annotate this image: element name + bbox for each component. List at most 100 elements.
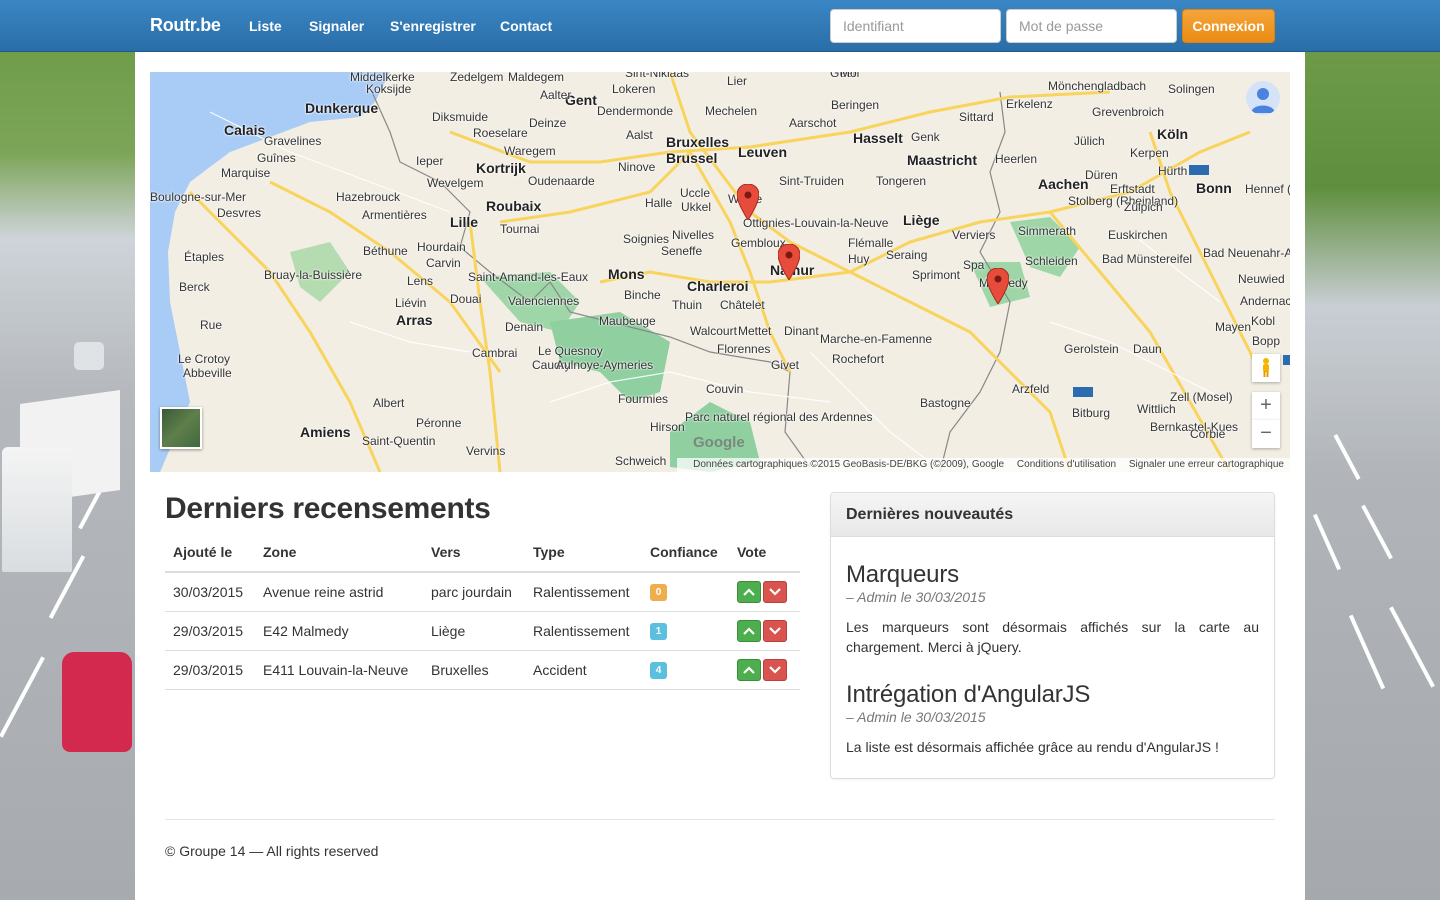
map-place-label: Tournai	[500, 222, 540, 236]
column-header[interactable]: Zone	[255, 532, 423, 573]
password-input[interactable]	[1006, 9, 1177, 43]
map-report-link[interactable]: Signaler une erreur cartographique	[1129, 459, 1284, 470]
login-button[interactable]: Connexion	[1182, 9, 1275, 43]
map-place-label: Le Crotoy	[178, 352, 231, 366]
vote-up-button[interactable]	[737, 658, 761, 681]
truck-cab-image	[2, 447, 72, 572]
chevron-up-icon	[743, 665, 755, 674]
nav-link-signaler[interactable]: Signaler	[309, 18, 364, 34]
map-place-label: Maastricht	[907, 152, 978, 168]
chevron-down-icon	[769, 626, 781, 635]
marker-pin[interactable]	[778, 244, 800, 280]
vote-up-button[interactable]	[737, 580, 761, 603]
map-place-label: Leuven	[738, 144, 788, 160]
satellite-toggle[interactable]	[160, 407, 202, 449]
vote-down-button[interactable]	[763, 619, 787, 642]
map-place-label: Bastogne	[920, 396, 971, 410]
street-view-pegman-icon[interactable]	[1252, 354, 1280, 382]
zoom-in-button[interactable]: +	[1252, 392, 1280, 420]
map[interactable]: Middelkerke Koksijde Zedelgem Maldegem Sint-…	[150, 72, 1290, 472]
vote-down-button[interactable]	[763, 658, 787, 681]
marker-pin[interactable]	[737, 184, 759, 220]
map-place-label: Kortrijk	[476, 160, 526, 176]
map-place-label: Sittard	[959, 110, 994, 124]
background-right	[1305, 52, 1440, 900]
column-header[interactable]: Vers	[423, 532, 525, 573]
username-input[interactable]	[830, 9, 1001, 43]
map-place-label: Vervins	[466, 444, 506, 458]
map-place-label: Liège	[903, 212, 940, 228]
map-terms-link[interactable]: Conditions d'utilisation	[1017, 459, 1116, 470]
map-place-label: Wittlich	[1137, 402, 1176, 416]
map-place-label: Beringen	[831, 98, 880, 112]
background-left	[0, 52, 135, 900]
map-place-label: Hasselt	[853, 130, 903, 146]
map-place-label: Florennes	[717, 342, 771, 356]
table-row: 29/03/2015 E411 Louvain-la-Neuve Bruxelles…	[165, 650, 800, 690]
map-place-label: Mayen	[1215, 320, 1252, 334]
nav-link-liste[interactable]: Liste	[249, 18, 282, 34]
cell-zone: E411 Louvain-la-Neuve	[255, 650, 423, 690]
cell-date: 29/03/2015	[165, 611, 255, 651]
news-title: Marqueurs	[846, 561, 959, 588]
marker-pin[interactable]	[987, 268, 1009, 304]
map-place-label: Hourdain	[417, 240, 466, 254]
column-header[interactable]: Confiance	[642, 532, 729, 573]
map-place-label: Fourmies	[618, 392, 669, 406]
map-place-label: Gerolstein	[1064, 342, 1119, 356]
map-place-label: Abbeville	[183, 366, 232, 380]
map-place-label: Daun	[1133, 342, 1162, 356]
cell-vote	[729, 572, 800, 612]
map-place-label: Bruxelles	[666, 134, 730, 150]
nav-link-contact[interactable]: Contact	[500, 18, 552, 34]
news-title: Intrégation d'AngularJS	[846, 681, 1091, 708]
map-place-label: Hazebrouck	[336, 190, 401, 204]
news-body: Les marqueurs sont désormais affichés su…	[846, 619, 1259, 655]
map-place-label: Rue	[200, 318, 223, 332]
map-place-label: Aalst	[626, 128, 653, 142]
section-title: Derniers recensements	[165, 492, 491, 525]
cell-zone: Avenue reine astrid	[255, 572, 423, 612]
footer-divider	[165, 819, 1275, 820]
map-place-label: Lokeren	[612, 82, 656, 96]
vote-down-button[interactable]	[763, 580, 787, 603]
map-place-label: Diksmuide	[432, 110, 489, 124]
map-place-label: Albert	[373, 396, 405, 410]
map-place-label: Koksijde	[366, 82, 412, 96]
map-place-label: Dunkerque	[305, 100, 379, 116]
map-place-label: Châtelet	[720, 298, 765, 312]
map-place-label: Zülpich	[1124, 200, 1163, 214]
column-header[interactable]: Ajouté le	[165, 532, 255, 573]
map-place-label: Carvin	[426, 256, 461, 270]
news-panel: Dernières nouveautés Marqueurs – Admin l…	[830, 492, 1275, 779]
cell-vote	[729, 611, 800, 651]
map-place-label: Euskirchen	[1108, 228, 1168, 242]
map-copyright: Données cartographiques ©2015 GeoBasis-D…	[693, 459, 1005, 470]
map-place-label: Düren	[1085, 168, 1118, 182]
cell-date: 30/03/2015	[165, 572, 255, 612]
vote-up-button[interactable]	[737, 619, 761, 642]
map-place-label: Boulogne-sur-Mer	[150, 190, 247, 204]
brand-link[interactable]: Routr.be	[150, 15, 221, 36]
nav-link-register[interactable]: S'enregistrer	[390, 18, 476, 34]
table-row: 30/03/2015 Avenue reine astrid parc jourda…	[165, 572, 800, 612]
map-place-label: Thuin	[672, 298, 703, 312]
news-meta: – Admin le 30/03/2015	[846, 709, 986, 725]
map-place-label: Denain	[505, 320, 544, 334]
column-header[interactable]: Vote	[729, 532, 800, 573]
confidence-badge: 4	[650, 662, 667, 679]
map-place-label: Marquise	[221, 166, 271, 180]
account-avatar-icon[interactable]	[1246, 81, 1280, 115]
map-place-label: Guînes	[257, 151, 296, 165]
map-place-label: Jülich	[1074, 134, 1105, 148]
zoom-out-button[interactable]: −	[1252, 420, 1280, 448]
column-header[interactable]: Type	[525, 532, 642, 573]
map-place-label: Arzfeld	[1012, 382, 1050, 396]
map-place-label: Aarschot	[789, 116, 837, 130]
map-place-label: Zedelgem	[450, 72, 504, 84]
map-place-label: Zell (Mosel)	[1170, 390, 1233, 404]
table-header-row: Ajouté le Zone Vers Type Confiance Vote	[165, 532, 800, 573]
cell-confiance: 4	[642, 650, 729, 690]
chevron-down-icon	[769, 587, 781, 596]
map-place-label: Ieper	[416, 154, 444, 168]
